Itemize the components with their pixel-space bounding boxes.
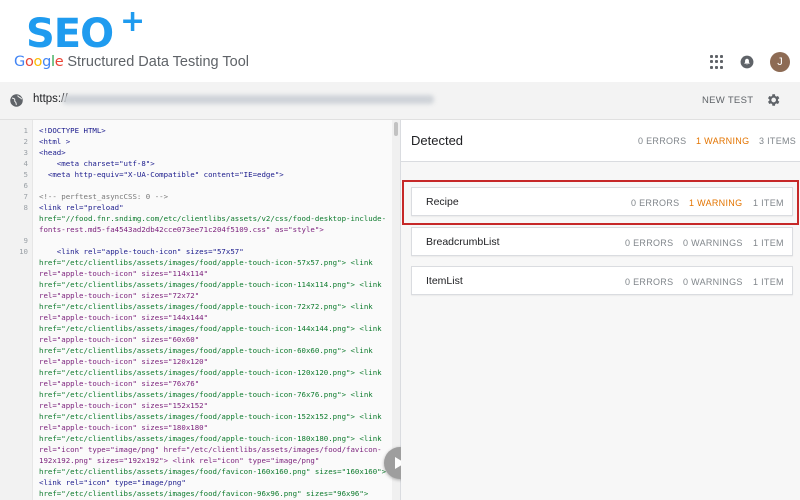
code-text: href="/etc/clientlibs/assets/images/food…: [39, 467, 387, 476]
code-text: href="//food.fnr.sndimg.com/etc/clientli…: [39, 214, 387, 223]
line-number: 2: [23, 137, 28, 146]
code-text: rel="apple-touch-icon" sizes="60x60": [39, 335, 200, 344]
code-text: rel="icon" type="image/png" href="/etc/c…: [39, 445, 382, 454]
url-input-redacted[interactable]: [62, 95, 434, 104]
code-text: <link rel="icon" type="image/png": [39, 478, 186, 487]
code-text: rel="apple-touch-icon" sizes="76x76": [39, 379, 200, 388]
code-text: <meta charset="utf-8">: [39, 159, 155, 168]
gear-icon[interactable]: [765, 92, 781, 108]
card-errors: 0 ERRORS: [625, 238, 674, 248]
code-text: href="/etc/clientlibs/assets/images/food…: [39, 434, 382, 443]
url-bar: https:// NEW TEST: [0, 82, 800, 120]
code-text: <!-- perftest_asyncCSS: 0 -->: [39, 192, 169, 201]
code-text: <!DOCTYPE HTML>: [39, 126, 106, 135]
line-number: 8: [23, 203, 28, 212]
result-card-itemlist[interactable]: ItemList 0 ERRORS 0 WARNINGS 1 ITEM: [411, 266, 793, 295]
code-text: href="/etc/clientlibs/assets/images/food…: [39, 324, 382, 333]
code-text: rel="apple-touch-icon" sizes="152x152": [39, 401, 209, 410]
apps-grid-icon[interactable]: [710, 55, 724, 69]
header-actions: J: [710, 52, 790, 72]
code-text: <link rel="apple-touch-icon" sizes="57x5…: [39, 247, 244, 256]
recipe-highlight-frame: [402, 180, 799, 225]
line-number: 1: [23, 126, 28, 135]
code-text: rel="apple-touch-icon" sizes="114x114": [39, 269, 209, 278]
summary-errors: 0 ERRORS: [638, 136, 687, 146]
card-errors: 0 ERRORS: [625, 277, 674, 287]
bell-icon[interactable]: [740, 55, 754, 69]
code-text: href="/etc/clientlibs/assets/images/food…: [39, 280, 382, 289]
code-text: fonts-rest.md5-fa4543ad2db42cce073ee71c2…: [39, 225, 324, 234]
code-text: href="/etc/clientlibs/assets/images/food…: [39, 346, 373, 355]
avatar[interactable]: J: [770, 52, 790, 72]
card-items: 1 ITEM: [753, 238, 784, 248]
line-number: 3: [23, 148, 28, 157]
editor-scroll-thumb[interactable]: [394, 122, 398, 136]
detected-summary: Detected 0 ERRORS 1 WARNING 3 ITEMS: [401, 120, 800, 162]
google-wordmark: Google: [14, 54, 64, 70]
new-test-button[interactable]: NEW TEST: [702, 95, 753, 106]
summary-items: 3 ITEMS: [759, 136, 797, 146]
editor-scrollbar[interactable]: [392, 120, 400, 500]
result-card-breadcrumblist[interactable]: BreadcrumbList 0 ERRORS 0 WARNINGS 1 ITE…: [411, 227, 793, 256]
code-text: href="/etc/clientlibs/assets/images/food…: [39, 390, 373, 399]
code-text: href="/etc/clientlibs/assets/images/food…: [39, 258, 373, 267]
card-warnings: 0 WARNINGS: [683, 277, 743, 287]
code-text: rel="apple-touch-icon" sizes="144x144": [39, 313, 209, 322]
detected-title: Detected: [411, 133, 464, 148]
summary-warnings: 1 WARNING: [696, 136, 750, 146]
code-text: <html >: [39, 137, 71, 146]
tool-title: Google Structured Data Testing Tool: [14, 54, 249, 70]
code-text: 192x192.png" sizes="192x192"> <link rel=…: [39, 456, 320, 465]
code-text: href="/etc/clientlibs/assets/images/food…: [39, 302, 373, 311]
line-number: 5: [23, 170, 28, 179]
app-header: SEO + Google Structured Data Testing Tool…: [0, 0, 800, 82]
logo-text: SEO: [26, 11, 114, 57]
line-number: 6: [23, 181, 28, 190]
seo-plus-logo[interactable]: SEO +: [26, 4, 145, 57]
code-text: rel="apple-touch-icon" sizes="120x120": [39, 357, 209, 366]
logo-plus: +: [120, 4, 146, 39]
line-number: 4: [23, 159, 28, 168]
code-text: href="/etc/clientlibs/assets/images/food…: [39, 412, 382, 421]
code-text: href="/etc/clientlibs/assets/images/food…: [39, 368, 382, 377]
line-number: 9: [23, 236, 28, 245]
card-name: ItemList: [426, 275, 463, 287]
code-text: href="/etc/clientlibs/assets/images/food…: [39, 489, 369, 498]
code-text: rel="apple-touch-icon" sizes="72x72": [39, 291, 200, 300]
results-panel: Detected 0 ERRORS 1 WARNING 3 ITEMS Reci…: [401, 120, 800, 500]
card-items: 1 ITEM: [753, 277, 784, 287]
code-text: rel="apple-touch-icon" sizes="180x180": [39, 423, 209, 432]
code-text: <link rel="preload": [39, 203, 124, 212]
card-name: BreadcrumbList: [426, 236, 500, 248]
tool-name: Structured Data Testing Tool: [67, 54, 249, 70]
code-text: <meta http-equiv="X-UA-Compatible" conte…: [39, 170, 284, 179]
source-code-editor[interactable]: 1 <!DOCTYPE HTML> 2 <html > 3 <head> 4 <meta c…: [0, 120, 401, 500]
line-number: 7: [23, 192, 28, 201]
card-warnings: 0 WARNINGS: [683, 238, 743, 248]
code-text: <head>: [39, 148, 66, 157]
globe-icon: [10, 94, 23, 107]
line-number: 10: [19, 247, 28, 256]
